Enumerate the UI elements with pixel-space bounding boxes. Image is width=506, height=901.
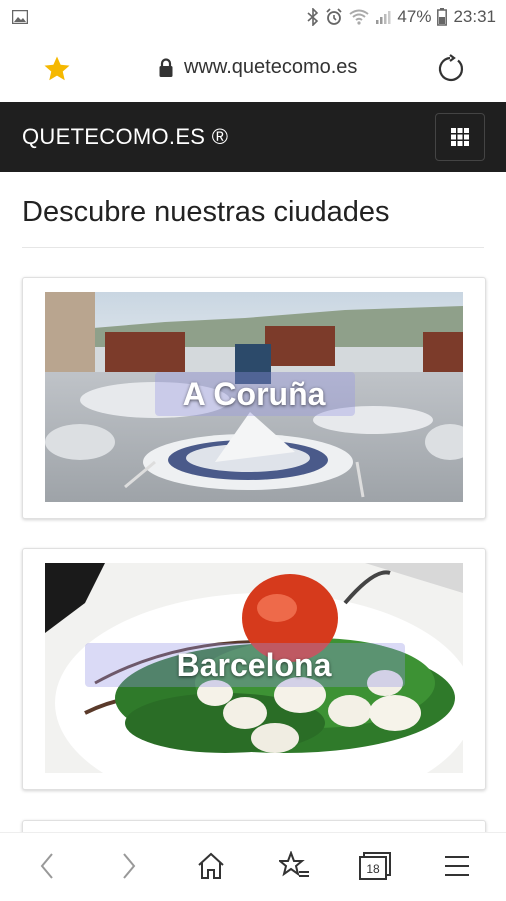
city-photo: Barcelona: [45, 563, 463, 773]
city-photo: A Coruña: [45, 292, 463, 502]
menu-toggle-button[interactable]: [435, 113, 485, 161]
image-notification-icon: [12, 10, 28, 24]
city-label: A Coruña: [182, 376, 326, 412]
home-button[interactable]: [194, 849, 228, 883]
star-icon[interactable]: [42, 54, 72, 84]
wifi-icon: [349, 9, 370, 25]
forward-button[interactable]: [112, 849, 146, 883]
back-button[interactable]: [30, 849, 64, 883]
site-header: QUETECOMO.ES ®: [0, 102, 506, 172]
bookmarks-button[interactable]: [278, 849, 312, 883]
lock-icon: [159, 57, 173, 77]
clock-time: 23:31: [453, 7, 496, 26]
menu-button[interactable]: [440, 849, 474, 883]
tabs-button[interactable]: 18: [358, 849, 392, 883]
bluetooth-icon: [307, 8, 319, 26]
tabs-icon: 18: [359, 852, 391, 880]
browser-bottom-nav: 18: [0, 832, 506, 901]
title-divider: [22, 247, 484, 248]
alarm-icon: [326, 8, 343, 25]
forward-icon: [123, 853, 136, 879]
city-card-barcelona[interactable]: Barcelona: [22, 548, 486, 790]
grid-icon: [451, 128, 469, 146]
bookmarks-icon: [279, 851, 309, 877]
city-label: Barcelona: [176, 647, 332, 683]
home-icon: [198, 852, 224, 879]
status-bar: 47% 23:31: [0, 0, 506, 34]
battery-icon: [437, 8, 448, 26]
reload-icon[interactable]: [436, 54, 466, 84]
city-card-a-coruna[interactable]: A Coruña: [22, 277, 486, 519]
page-title: Descubre nuestras ciudades: [22, 196, 390, 228]
battery-percent: 47%: [397, 7, 432, 26]
browser-url-bar: www.quetecomo.es: [0, 34, 506, 102]
back-icon: [40, 853, 53, 879]
tabs-count: 18: [366, 862, 380, 876]
site-brand[interactable]: QUETECOMO.ES ®: [22, 124, 228, 150]
address-field[interactable]: www.quetecomo.es: [158, 56, 357, 79]
menu-icon: [445, 856, 469, 876]
url-text: www.quetecomo.es: [184, 56, 358, 78]
signal-icon: [376, 11, 391, 24]
